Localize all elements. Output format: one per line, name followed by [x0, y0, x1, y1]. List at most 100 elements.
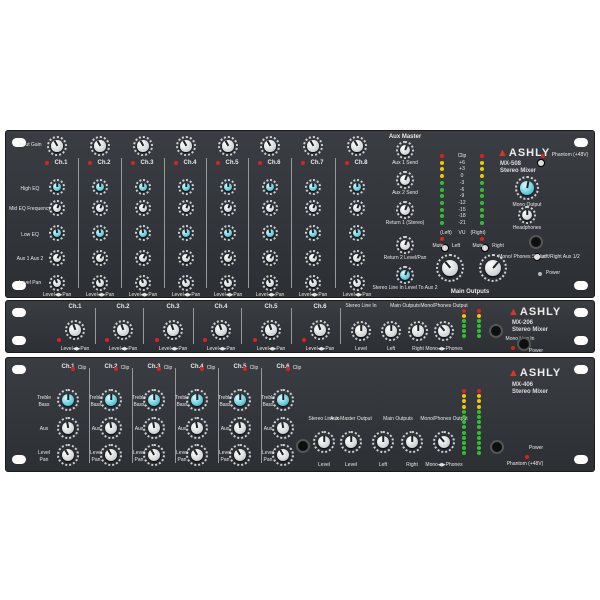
knob[interactable] [272, 444, 294, 466]
cyan-knob[interactable] [220, 225, 236, 241]
knob[interactable] [176, 136, 196, 156]
label: Ch.4 [183, 160, 197, 166]
cyan-knob[interactable] [229, 389, 251, 411]
knob[interactable] [49, 250, 65, 266]
knob[interactable] [340, 431, 362, 453]
label: Ch.6 [267, 160, 281, 166]
knob[interactable] [220, 200, 236, 216]
knob[interactable] [220, 275, 236, 291]
knob[interactable] [349, 250, 365, 266]
cyan-knob[interactable] [305, 179, 321, 195]
knob[interactable] [372, 431, 394, 453]
knob[interactable] [401, 431, 423, 453]
knob[interactable] [261, 320, 281, 340]
knob[interactable] [135, 250, 151, 266]
cyan-knob[interactable] [262, 179, 278, 195]
knob[interactable] [436, 254, 464, 282]
cyan-knob[interactable] [349, 179, 365, 195]
knob[interactable] [178, 250, 194, 266]
knob[interactable] [518, 206, 536, 224]
knob[interactable] [57, 444, 79, 466]
knob[interactable] [218, 136, 238, 156]
knob[interactable] [211, 320, 231, 340]
knob[interactable] [90, 136, 110, 156]
knob[interactable] [229, 417, 251, 439]
cyan-knob[interactable] [186, 389, 208, 411]
label: Clip [292, 365, 302, 371]
knob[interactable] [434, 321, 454, 341]
knob[interactable] [163, 320, 183, 340]
knob[interactable] [262, 200, 278, 216]
knob[interactable] [310, 320, 330, 340]
knob[interactable] [349, 200, 365, 216]
knob[interactable] [305, 250, 321, 266]
knob[interactable] [262, 275, 278, 291]
knob[interactable] [186, 444, 208, 466]
knob[interactable] [305, 200, 321, 216]
knob[interactable] [303, 136, 323, 156]
cyan-knob[interactable] [349, 225, 365, 241]
knob[interactable] [381, 321, 401, 341]
cyan-knob[interactable] [92, 179, 108, 195]
knob[interactable] [396, 171, 414, 189]
knob[interactable] [65, 320, 85, 340]
line-jack[interactable] [489, 324, 503, 338]
knob[interactable] [113, 320, 133, 340]
cyan-knob[interactable] [49, 225, 65, 241]
knob[interactable] [133, 136, 153, 156]
knob[interactable] [47, 136, 67, 156]
cyan-knob[interactable] [396, 266, 414, 284]
cyan-knob[interactable] [100, 389, 122, 411]
stereo-line-in-jack[interactable] [296, 439, 310, 453]
cyan-knob[interactable] [57, 389, 79, 411]
knob[interactable] [135, 200, 151, 216]
cyan-knob[interactable] [305, 225, 321, 241]
knob[interactable] [100, 444, 122, 466]
knob[interactable] [100, 417, 122, 439]
cyan-knob[interactable] [92, 225, 108, 241]
knob[interactable] [57, 417, 79, 439]
knob[interactable] [396, 236, 414, 254]
knob[interactable] [92, 275, 108, 291]
knob[interactable] [143, 417, 165, 439]
knob[interactable] [433, 431, 455, 453]
cyan-knob[interactable] [49, 179, 65, 195]
knob[interactable] [143, 444, 165, 466]
cyan-knob[interactable] [220, 179, 236, 195]
cyan-knob[interactable] [143, 389, 165, 411]
cyan-knob[interactable] [135, 225, 151, 241]
cyan-knob[interactable] [272, 389, 294, 411]
knob[interactable] [49, 200, 65, 216]
knob[interactable] [262, 250, 278, 266]
knob[interactable] [186, 417, 208, 439]
knob[interactable] [349, 275, 365, 291]
knob[interactable] [49, 275, 65, 291]
knob[interactable] [135, 275, 151, 291]
headphone-jack[interactable] [490, 440, 504, 454]
knob[interactable] [229, 444, 251, 466]
knob[interactable] [396, 201, 414, 219]
cyan-knob[interactable] [135, 179, 151, 195]
knob[interactable] [92, 250, 108, 266]
knob[interactable] [347, 136, 367, 156]
cyan-knob[interactable] [515, 176, 539, 200]
knob[interactable] [178, 200, 194, 216]
knob[interactable] [220, 250, 236, 266]
cyan-knob[interactable] [178, 179, 194, 195]
cyan-knob[interactable] [262, 225, 278, 241]
cyan-knob[interactable] [178, 225, 194, 241]
knob[interactable] [260, 136, 280, 156]
knob[interactable] [305, 275, 321, 291]
phantom-button[interactable] [537, 159, 545, 167]
label: -12 [458, 199, 466, 206]
knob[interactable] [396, 141, 414, 159]
headphone-jack[interactable] [529, 235, 543, 249]
label: -18 [458, 213, 466, 220]
knob[interactable] [92, 200, 108, 216]
knob[interactable] [178, 275, 194, 291]
knob[interactable] [351, 321, 371, 341]
knob[interactable] [408, 321, 428, 341]
led-indicator [462, 404, 466, 409]
knob[interactable] [272, 417, 294, 439]
knob[interactable] [313, 431, 335, 453]
